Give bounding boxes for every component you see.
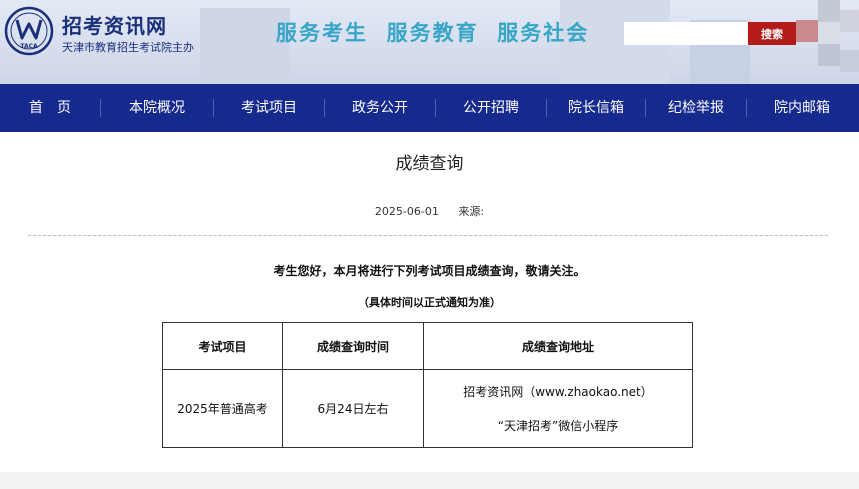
nav-item-director-mailbox[interactable]: 院长信箱: [547, 84, 645, 132]
site-header: TACA 招考资讯网 天津市教育招生考试院主办 服务考生 服务教育 服务社会 搜…: [0, 0, 859, 84]
header-bg-pixel: [840, 50, 859, 72]
table-header-address: 成绩查询地址: [423, 322, 693, 370]
nav-item-exams[interactable]: 考试项目: [214, 84, 324, 132]
table-row: 2025年普通高考 6月24日左右 招考资讯网（www.zhaokao.net）…: [162, 369, 693, 448]
table-cell-address: 招考资讯网（www.zhaokao.net） “天津招考”微信小程序: [423, 369, 693, 448]
main-nav: 首 页 本院概况 考试项目 政务公开 公开招聘 院长信箱 纪检举报 院内邮箱: [0, 84, 859, 132]
article-note: （具体时间以正式通知为准）: [358, 296, 501, 309]
site-subtitle: 天津市教育招生考试院主办: [62, 41, 194, 54]
header-slogan: 服务考生 服务教育 服务社会: [276, 20, 590, 45]
nav-item-recruitment[interactable]: 公开招聘: [436, 84, 546, 132]
nav-item-gov-affairs[interactable]: 政务公开: [325, 84, 435, 132]
table-cell-time: 6月24日左右: [282, 369, 424, 448]
header-bg-pixel: [818, 22, 840, 44]
nav-item-report[interactable]: 纪检举报: [646, 84, 746, 132]
address-miniprogram: “天津招考”微信小程序: [497, 418, 619, 433]
site-name[interactable]: 招考资讯网: [62, 10, 167, 39]
table-cell-item: 2025年普通高考: [162, 369, 283, 448]
header-bg-pixel: [796, 20, 818, 42]
search-input[interactable]: [624, 22, 748, 45]
nav-item-internal-mail[interactable]: 院内邮箱: [747, 84, 857, 132]
search-button[interactable]: 搜索: [748, 22, 796, 45]
table-header-row: 考试项目 成绩查询时间 成绩查询地址: [162, 322, 693, 370]
score-query-table: 考试项目 成绩查询时间 成绩查询地址 2025年普通高考 6月24日左右 招考资…: [162, 322, 693, 448]
header-bg-pixel: [840, 10, 859, 32]
nav-item-home[interactable]: 首 页: [0, 84, 100, 132]
article-date: 2025-06-01: [374, 205, 439, 218]
article-content: 成绩查询 2025-06-01 来源: 考生您好，本月将进行下列考试项目成绩查询…: [0, 132, 859, 472]
table-header-time: 成绩查询时间: [282, 322, 424, 370]
header-bg-pixel: [818, 44, 840, 66]
address-link-website[interactable]: 招考资讯网（www.zhaokao.net）: [424, 383, 692, 401]
page-bottom-strip: [0, 472, 859, 489]
site-logo-icon[interactable]: TACA: [4, 6, 54, 56]
article-divider: [28, 235, 828, 236]
logo-text: TACA: [20, 43, 38, 50]
article-source-label: 来源:: [458, 205, 485, 218]
nav-item-about[interactable]: 本院概况: [101, 84, 213, 132]
table-header-item: 考试项目: [162, 322, 283, 370]
article-lead: 考生您好，本月将进行下列考试项目成绩查询，敬请关注。: [273, 264, 586, 278]
article-title: 成绩查询: [395, 154, 464, 174]
article-meta: 2025-06-01 来源:: [0, 203, 859, 219]
header-bg-pixel: [818, 0, 840, 22]
